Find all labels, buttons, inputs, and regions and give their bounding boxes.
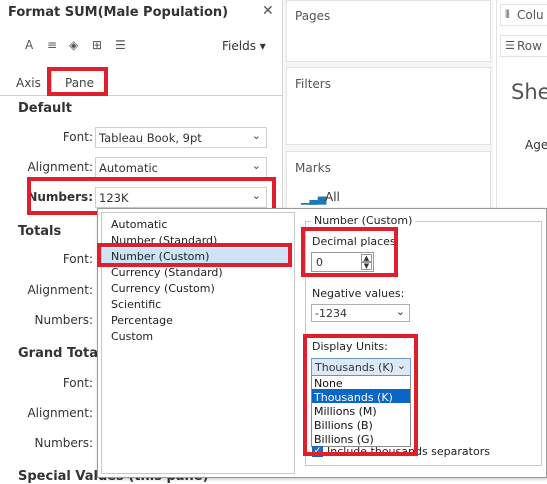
pages-shelf-title: Pages	[295, 9, 331, 23]
default-numbers-label: Numbers:	[27, 190, 93, 204]
unit-option-millions[interactable]: Millions (M)	[314, 405, 377, 418]
chevron-down-icon: ⌄	[396, 359, 406, 372]
tabs-divider	[0, 95, 283, 96]
stepper-up-icon[interactable]: ▲	[361, 254, 372, 262]
decimal-places-stepper[interactable]: 0 ▲ ▼	[311, 252, 374, 272]
section-default-title: Default	[18, 101, 72, 116]
close-icon[interactable]: ✕	[262, 3, 274, 19]
section-totals-title: Totals	[18, 224, 62, 239]
chevron-down-icon: ⌄	[395, 305, 405, 318]
display-units-dropdown[interactable]: Thousands (K) ⌄	[311, 358, 411, 376]
unit-option-thousands[interactable]: Thousands (K)	[314, 391, 393, 404]
negative-values-dropdown[interactable]: -1234 ⌄	[311, 304, 410, 322]
default-font-value: Tableau Book, 9pt	[99, 131, 202, 145]
chevron-down-icon: ⌄	[251, 189, 261, 202]
alignment-icon[interactable]: ≡	[47, 38, 57, 52]
checkbox-checked-icon[interactable]: ✓	[312, 446, 323, 457]
tab-axis[interactable]: Axis	[16, 76, 41, 90]
fields-dropdown[interactable]: Fields ▾	[222, 39, 266, 53]
format-option-percentage[interactable]: Percentage	[111, 314, 173, 327]
shading-icon[interactable]: ◈	[69, 38, 78, 52]
format-option-number-custom[interactable]: Number (Custom)	[111, 250, 209, 263]
pane-title: Format SUM(Male Population)	[8, 5, 229, 20]
columns-icon: ⦀	[505, 8, 510, 21]
format-option-custom[interactable]: Custom	[111, 330, 153, 343]
lines-icon[interactable]: ☰	[115, 38, 126, 52]
columns-shelf[interactable]: ⦀ Colu	[500, 4, 547, 26]
default-numbers-value: 123K	[99, 191, 129, 205]
filters-shelf[interactable]: Filters	[286, 67, 491, 145]
unit-option-billions-b[interactable]: Billions (B)	[314, 419, 373, 432]
thousands-separator-label: Include thousands separators	[327, 445, 490, 458]
format-option-currency-standard[interactable]: Currency (Standard)	[111, 266, 223, 279]
format-option-currency-custom[interactable]: Currency (Custom)	[111, 282, 215, 295]
totals-alignment-label: Alignment:	[27, 283, 93, 297]
number-custom-group-title: Number (Custom)	[311, 214, 416, 227]
decimal-places-label: Decimal places:	[312, 235, 400, 248]
decimal-places-value: 0	[316, 256, 323, 269]
grand-totals-numbers-label: Numbers:	[34, 436, 94, 450]
chevron-down-icon: ⌄	[251, 159, 261, 172]
filters-shelf-title: Filters	[295, 77, 331, 91]
format-option-scientific[interactable]: Scientific	[111, 298, 161, 311]
format-option-automatic[interactable]: Automatic	[111, 218, 167, 231]
display-units-value: Thousands (K)	[315, 361, 394, 374]
chevron-down-icon: ⌄	[251, 129, 261, 142]
rows-shelf[interactable]: ☰ Row	[500, 35, 547, 57]
format-option-number-standard[interactable]: Number (Standard)	[111, 234, 217, 247]
totals-font-label: Font:	[62, 252, 93, 266]
borders-icon[interactable]: ⊞	[92, 38, 102, 52]
display-units-label: Display Units:	[312, 340, 388, 353]
default-numbers-dropdown[interactable]: 123K ⌄	[95, 187, 267, 208]
default-font-dropdown[interactable]: Tableau Book, 9pt ⌄	[95, 127, 267, 148]
sheet-title: She	[511, 80, 547, 104]
default-font-label: Font:	[62, 130, 93, 144]
default-alignment-dropdown[interactable]: Automatic ⌄	[95, 157, 267, 178]
totals-numbers-label: Numbers:	[34, 313, 94, 327]
bar-chart-icon: ▁▃▅	[301, 192, 327, 205]
age-header: Age	[525, 138, 547, 152]
rows-icon: ☰	[505, 39, 515, 52]
grand-totals-font-label: Font:	[62, 376, 93, 390]
font-icon[interactable]: A	[25, 38, 33, 52]
pages-shelf[interactable]: Pages	[286, 0, 491, 62]
rows-shelf-label: Row	[517, 39, 542, 53]
default-alignment-value: Automatic	[99, 161, 158, 175]
negative-values-label: Negative values:	[312, 287, 405, 300]
negative-values-value: -1234	[315, 307, 347, 320]
columns-shelf-label: Colu	[517, 8, 544, 22]
grand-totals-alignment-label: Alignment:	[27, 406, 93, 420]
marks-card-title: Marks	[295, 161, 331, 175]
marks-type-label[interactable]: All	[325, 190, 340, 204]
tab-pane[interactable]: Pane	[65, 76, 94, 90]
unit-option-none[interactable]: None	[314, 377, 343, 390]
stepper-down-icon[interactable]: ▼	[361, 262, 372, 270]
default-alignment-label: Alignment:	[27, 160, 93, 174]
